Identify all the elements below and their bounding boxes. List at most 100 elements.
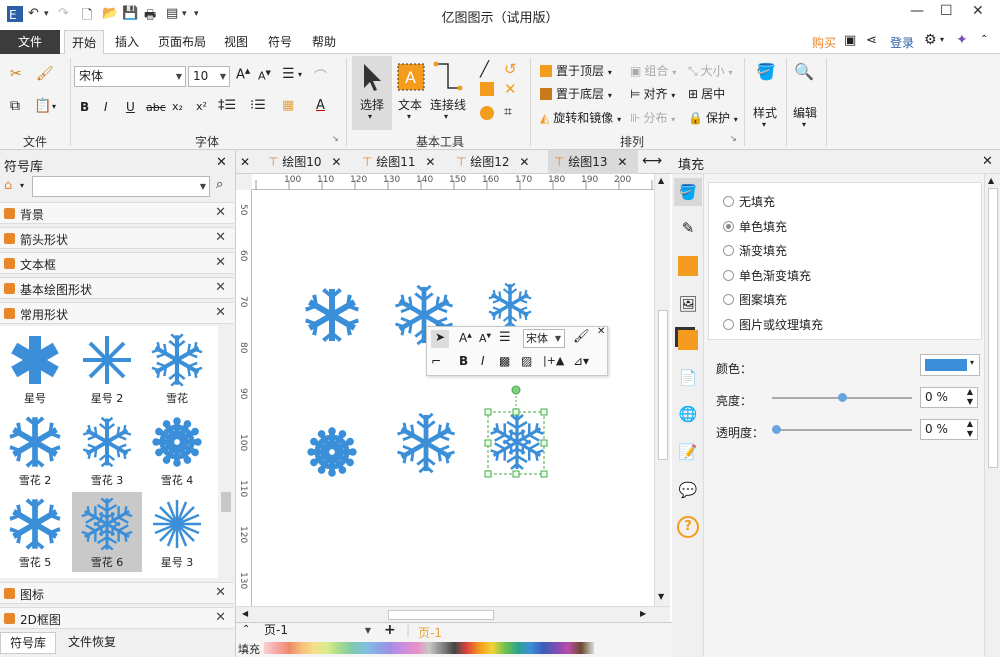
tab-drawing-11[interactable]: ⊤ 绘图11 ✕ xyxy=(362,150,442,174)
copy-icon[interactable]: ⧉ xyxy=(10,98,20,114)
transparency-slider-track[interactable] xyxy=(772,429,912,431)
close-window-icon[interactable]: ✕ xyxy=(972,3,984,19)
superscript-icon[interactable]: x² xyxy=(196,100,207,113)
arc-tool-icon[interactable]: ↺ xyxy=(504,60,517,78)
brightness-input[interactable]: 0 % ▲ ▼ xyxy=(920,387,978,408)
font-name-select[interactable]: 宋体 ▼ xyxy=(74,66,186,87)
library-scroll-thumb[interactable] xyxy=(221,492,231,512)
scroll-left-icon[interactable]: ◀ xyxy=(242,609,248,618)
tab-symbol[interactable]: 符号 xyxy=(264,30,296,54)
font-size-select[interactable]: 10 ▼ xyxy=(188,66,230,87)
style-button[interactable]: 🪣 样式 ▾ xyxy=(750,58,782,138)
align-button[interactable]: ⊨ 对齐 ▾ xyxy=(630,85,675,102)
protect-button[interactable]: 🔒 保护 ▾ xyxy=(688,109,738,126)
line-tool-icon[interactable]: ╱ xyxy=(480,60,489,78)
snowflake-shape[interactable] xyxy=(487,283,533,328)
page-select[interactable]: 页-1 ▼ xyxy=(260,623,374,640)
mini-send-back-icon[interactable]: ▨ xyxy=(521,354,532,368)
mini-line-style-icon[interactable]: ⊿▾ xyxy=(573,354,589,368)
highlight-icon[interactable]: ▦ xyxy=(282,98,294,113)
share-icon[interactable]: ⋖ xyxy=(866,33,877,48)
fill-option-gradient[interactable]: 渐变填充 xyxy=(723,242,787,259)
tab-home[interactable]: 开始 xyxy=(64,30,104,55)
select-tool-button[interactable]: 选择 ▾ xyxy=(352,56,392,130)
color-dropdown-icon[interactable]: ▾ xyxy=(970,358,974,367)
tab-page-layout[interactable]: 页面布局 xyxy=(154,30,210,54)
library-home-dropdown-icon[interactable]: ▾ xyxy=(20,181,24,190)
text-align-icon[interactable]: ☰ xyxy=(282,66,295,82)
tab-view[interactable]: 视图 xyxy=(220,30,252,54)
text-tool-button[interactable]: A 文本 ▾ xyxy=(396,56,426,130)
image-icon[interactable]: 🖼 xyxy=(674,290,702,318)
subscript-icon[interactable]: x₂ xyxy=(172,100,183,113)
transparency-slider-handle[interactable] xyxy=(772,425,781,434)
text-dropdown-icon[interactable]: ▾ xyxy=(407,112,411,121)
category-2d-block[interactable]: 2D框图 ✕ xyxy=(0,607,234,629)
mini-align-icon[interactable]: ☰ xyxy=(499,330,511,345)
mini-pointer-icon[interactable]: ➤ xyxy=(431,330,449,348)
tab-help[interactable]: 帮助 xyxy=(308,30,340,54)
mini-decrease-font-icon[interactable]: A▼ xyxy=(479,332,491,345)
mini-increase-font-icon[interactable]: A▲ xyxy=(459,331,472,345)
mini-bold-icon[interactable]: B xyxy=(459,354,468,368)
add-page-icon[interactable]: + xyxy=(384,622,396,638)
bullet-list-icon[interactable]: ⁝☰ xyxy=(250,98,266,113)
layer-shadow-icon[interactable] xyxy=(678,330,698,350)
category-text-box[interactable]: 文本框 ✕ xyxy=(0,252,234,274)
library-search-input[interactable]: ▼ xyxy=(32,176,210,197)
tab-scroll-arrows-icon[interactable]: ⟷ xyxy=(642,153,662,169)
paste-dropdown-icon[interactable]: ▾ xyxy=(52,102,56,111)
ellipse-tool-icon[interactable] xyxy=(480,106,494,123)
mini-distribute-icon[interactable]: |+▲ xyxy=(543,354,564,367)
center-button[interactable]: ⊞ 居中 xyxy=(688,85,725,102)
canvas-horizontal-scrollbar[interactable]: ◀ ▶ xyxy=(236,606,670,622)
line-pen-icon[interactable]: ✎ xyxy=(674,214,702,242)
selected-snowflake-shape[interactable] xyxy=(489,415,546,469)
distribute-button[interactable]: ⊪ 分布 ▾ xyxy=(630,109,675,126)
color-swatches[interactable] xyxy=(264,642,594,654)
scroll-up-icon[interactable]: ▲ xyxy=(658,176,664,185)
library-home-icon[interactable]: ⌂ xyxy=(4,178,12,193)
style-dropdown-icon[interactable]: ▾ xyxy=(762,120,766,129)
fill-panel-scrollbar[interactable]: ▲ xyxy=(984,174,1000,657)
shape-snowflake-6[interactable]: 雪花 6 xyxy=(72,492,142,572)
underline-icon[interactable]: U xyxy=(126,100,135,114)
tab-drawing-10[interactable]: ⊤ 绘图10 ✕ xyxy=(268,150,348,174)
canvas-vertical-scrollbar[interactable]: ▲ ▼ xyxy=(654,174,670,606)
edit-dropdown-icon[interactable]: ▾ xyxy=(802,120,806,129)
snowflake-shape[interactable] xyxy=(304,288,361,342)
mini-italic-icon[interactable]: I xyxy=(481,354,485,368)
text-align-dropdown-icon[interactable]: ▾ xyxy=(298,70,302,79)
scroll-down-icon[interactable]: ▼ xyxy=(658,592,664,601)
edit-button[interactable]: 🔍 编辑 ▾ xyxy=(790,58,822,138)
buy-link[interactable]: 购买 xyxy=(812,34,836,51)
select-dropdown-icon[interactable]: ▾ xyxy=(368,112,372,121)
connector-tool-button[interactable]: 连接线 ▾ xyxy=(428,56,468,130)
decrease-font-icon[interactable]: A▼ xyxy=(258,69,271,83)
mini-connector-icon[interactable]: ⌐ xyxy=(431,354,441,368)
line-spacing-icon[interactable]: ‡☰ xyxy=(218,98,236,113)
scroll-up-icon[interactable]: ▲ xyxy=(988,176,994,185)
tab-drawing-12[interactable]: ⊤ 绘图12 ✕ xyxy=(456,150,536,174)
file-menu-tab[interactable]: 文件 xyxy=(0,30,60,54)
tab-symbol-library[interactable]: 符号库 xyxy=(0,632,56,654)
italic-icon[interactable]: I xyxy=(104,100,108,114)
login-link[interactable]: 登录 xyxy=(890,34,914,51)
theme-icon[interactable]: ✦ xyxy=(956,32,968,48)
globe-hyperlink-icon[interactable]: 🌐 xyxy=(674,400,702,428)
shape-snowflake-4[interactable]: 雪花 4 xyxy=(142,410,212,490)
document-page-icon[interactable]: 📄 xyxy=(674,364,702,392)
settings-gear-icon[interactable]: ⚙ xyxy=(924,32,937,48)
paste-icon[interactable]: 📋 xyxy=(34,98,51,114)
fill-option-solid-gradient[interactable]: 单色渐变填充 xyxy=(723,267,811,284)
format-painter-icon[interactable]: 🖌 xyxy=(36,66,54,82)
strikethrough-icon[interactable]: abc xyxy=(146,101,166,114)
vertical-scroll-thumb[interactable] xyxy=(658,310,668,460)
share-screen-icon[interactable]: ▣ xyxy=(844,33,856,48)
crop-tool-icon[interactable]: ⌗ xyxy=(504,104,512,120)
category-common-shapes[interactable]: 常用形状 ✕ xyxy=(0,302,234,324)
drawing-canvas[interactable]: ➤ A▲ A▼ ☰ 宋体 ▼ 🖌 ✕ ⌐ B I ▩ ▨ |+▲ ⊿▾ xyxy=(252,190,654,606)
help-question-icon[interactable]: ? xyxy=(677,516,699,538)
shape-snowflake-5[interactable]: 雪花 5 xyxy=(0,492,70,572)
close-fill-panel-icon[interactable]: ✕ xyxy=(982,154,993,169)
